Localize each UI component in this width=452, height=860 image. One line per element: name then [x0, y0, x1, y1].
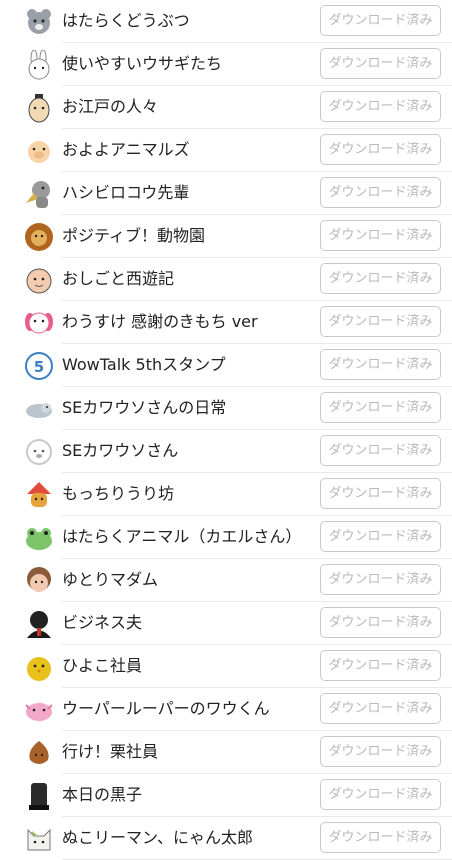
kuroko-icon — [24, 781, 54, 811]
bear-icon — [24, 7, 54, 37]
sticker-row[interactable]: ゆとりマダム ダウンロード済み — [0, 559, 452, 602]
sticker-row[interactable]: ウーパールーパーのワウくん ダウンロード済み — [0, 688, 452, 731]
downloaded-button[interactable]: ダウンロード済み — [320, 134, 441, 165]
sticker-name: SEカワウソさんの日常 — [62, 398, 227, 417]
edo-person-icon — [24, 93, 54, 123]
downloaded-button[interactable]: ダウンロード済み — [320, 650, 441, 681]
downloaded-button[interactable]: ダウンロード済み — [320, 220, 441, 251]
sticker-row[interactable]: もっちりうり坊 ダウンロード済み — [0, 473, 452, 516]
sticker-list: はたらくどうぶつ ダウンロード済み 使いやすいウサギたち ダウンロード済み お江戸の人々… — [0, 0, 452, 860]
sticker-name: 本日の黒子 — [62, 785, 143, 804]
sticker-row[interactable]: 使いやすいウサギたち ダウンロード済み — [0, 43, 452, 86]
downloaded-button[interactable]: ダウンロード済み — [320, 779, 441, 810]
sticker-row[interactable]: 本日の黒子 ダウンロード済み — [0, 774, 452, 817]
chick-icon — [24, 652, 54, 682]
pig-icon — [24, 136, 54, 166]
business-man-icon — [24, 609, 54, 639]
downloaded-button[interactable]: ダウンロード済み — [320, 5, 441, 36]
downloaded-button[interactable]: ダウンロード済み — [320, 349, 441, 380]
chestnut-icon — [24, 738, 54, 768]
sticker-name: ひよこ社員 — [62, 656, 143, 675]
sticker-name: はたらくどうぶつ — [62, 11, 190, 30]
downloaded-button[interactable]: ダウンロード済み — [320, 392, 441, 423]
downloaded-button[interactable]: ダウンロード済み — [320, 263, 441, 294]
axolotl-icon — [24, 695, 54, 725]
downloaded-button[interactable]: ダウンロード済み — [320, 693, 441, 724]
sticker-name: 行け！栗社員 — [62, 742, 159, 761]
boar-icon — [24, 480, 54, 510]
otter-icon — [24, 394, 54, 424]
downloaded-button[interactable]: ダウンロード済み — [320, 478, 441, 509]
sticker-row[interactable]: ビジネス夫 ダウンロード済み — [0, 602, 452, 645]
downloaded-button[interactable]: ダウンロード済み — [320, 607, 441, 638]
sticker-name: わうすけ 感謝のきもち ver — [62, 312, 258, 331]
sticker-name: ビジネス夫 — [62, 613, 143, 632]
cat-icon — [24, 824, 54, 854]
anniversary-5-icon: 5 — [24, 351, 54, 381]
sticker-name: おしごと西遊記 — [62, 269, 175, 288]
monk-icon — [24, 265, 54, 295]
dog-icon — [24, 308, 54, 338]
lion-icon — [24, 222, 54, 252]
sticker-row[interactable]: SEカワウソさん ダウンロード済み — [0, 430, 452, 473]
sticker-row[interactable]: 5 WowTalk 5thスタンプ ダウンロード済み — [0, 344, 452, 387]
sticker-name: SEカワウソさん — [62, 441, 179, 460]
sticker-row[interactable]: ぬこリーマン、にゃん太郎 ダウンロード済み — [0, 817, 452, 860]
otter-face-icon — [24, 437, 54, 467]
sticker-row[interactable]: お江戸の人々 ダウンロード済み — [0, 86, 452, 129]
downloaded-button[interactable]: ダウンロード済み — [320, 822, 441, 853]
downloaded-button[interactable]: ダウンロード済み — [320, 564, 441, 595]
sticker-row[interactable]: SEカワウソさんの日常 ダウンロード済み — [0, 387, 452, 430]
sticker-row[interactable]: わうすけ 感謝のきもち ver ダウンロード済み — [0, 301, 452, 344]
svg-text:5: 5 — [34, 358, 44, 376]
sticker-row[interactable]: おしごと西遊記 ダウンロード済み — [0, 258, 452, 301]
sticker-name: 使いやすいウサギたち — [62, 54, 223, 73]
sticker-name: はたらくアニマル（カエルさん） — [62, 527, 302, 546]
frog-icon — [24, 523, 54, 553]
madam-icon — [24, 566, 54, 596]
downloaded-button[interactable]: ダウンロード済み — [320, 306, 441, 337]
sticker-name: およよアニマルズ — [62, 140, 190, 159]
downloaded-button[interactable]: ダウンロード済み — [320, 91, 441, 122]
downloaded-button[interactable]: ダウンロード済み — [320, 736, 441, 767]
downloaded-button[interactable]: ダウンロード済み — [320, 521, 441, 552]
sticker-name: ぬこリーマン、にゃん太郎 — [62, 828, 254, 847]
sticker-row[interactable]: はたらくどうぶつ ダウンロード済み — [0, 0, 452, 43]
sticker-name: もっちりうり坊 — [62, 484, 175, 503]
sticker-name: ポジティブ！動物園 — [62, 226, 206, 245]
downloaded-button[interactable]: ダウンロード済み — [320, 177, 441, 208]
sticker-name: お江戸の人々 — [62, 97, 159, 116]
sticker-row[interactable]: ハシビロコウ先輩 ダウンロード済み — [0, 172, 452, 215]
sticker-name: WowTalk 5thスタンプ — [62, 355, 226, 374]
sticker-row[interactable]: 行け！栗社員 ダウンロード済み — [0, 731, 452, 774]
sticker-row[interactable]: およよアニマルズ ダウンロード済み — [0, 129, 452, 172]
rabbit-icon — [24, 50, 54, 80]
sticker-name: ウーパールーパーのワウくん — [62, 699, 270, 718]
sticker-name: ハシビロコウ先輩 — [62, 183, 190, 202]
sticker-row[interactable]: ひよこ社員 ダウンロード済み — [0, 645, 452, 688]
downloaded-button[interactable]: ダウンロード済み — [320, 435, 441, 466]
sticker-name: ゆとりマダム — [62, 570, 159, 589]
sticker-row[interactable]: ポジティブ！動物園 ダウンロード済み — [0, 215, 452, 258]
downloaded-button[interactable]: ダウンロード済み — [320, 48, 441, 79]
shoebill-icon — [24, 179, 54, 209]
sticker-row[interactable]: はたらくアニマル（カエルさん） ダウンロード済み — [0, 516, 452, 559]
